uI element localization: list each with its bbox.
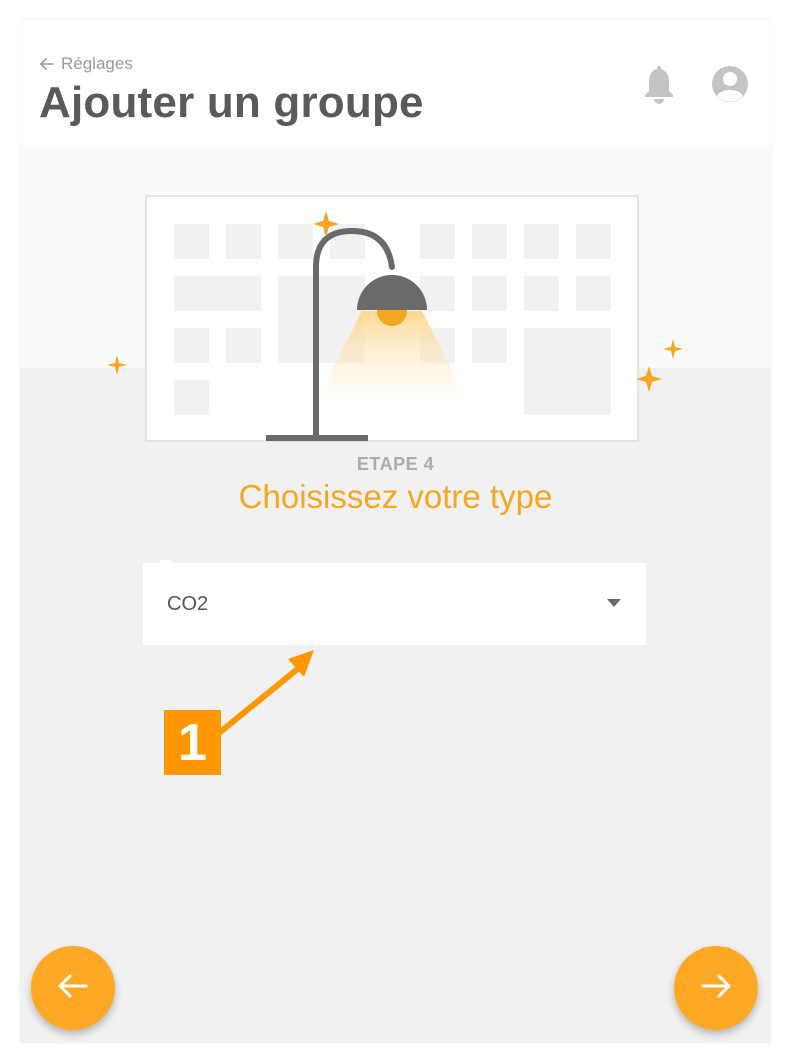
arrow-left-icon <box>40 58 54 70</box>
dropdown-arrow-icon <box>607 599 621 607</box>
annotation-badge: 1 <box>164 710 221 775</box>
header: Réglages Ajouter un groupe <box>20 20 771 145</box>
user-avatar-icon[interactable] <box>710 64 750 104</box>
type-select[interactable]: CO2 <box>143 563 646 645</box>
next-step-button[interactable] <box>674 946 758 1030</box>
step-label: ETAPE 4 <box>356 454 435 474</box>
bell-icon[interactable] <box>640 65 678 105</box>
arrow-right-icon <box>701 974 731 1003</box>
app-window: Réglages Ajouter un groupe ETAPE 4 Chois… <box>20 20 771 1043</box>
step-title: Choisissez votre type <box>238 478 553 515</box>
previous-step-button[interactable] <box>31 946 115 1030</box>
back-link[interactable]: Réglages <box>40 53 133 75</box>
arrow-left-icon <box>58 974 88 1003</box>
lamp-illustration <box>107 195 683 442</box>
page-title: Ajouter un groupe <box>39 78 424 127</box>
back-link-label: Réglages <box>61 54 133 73</box>
type-select-value: CO2 <box>167 593 209 615</box>
